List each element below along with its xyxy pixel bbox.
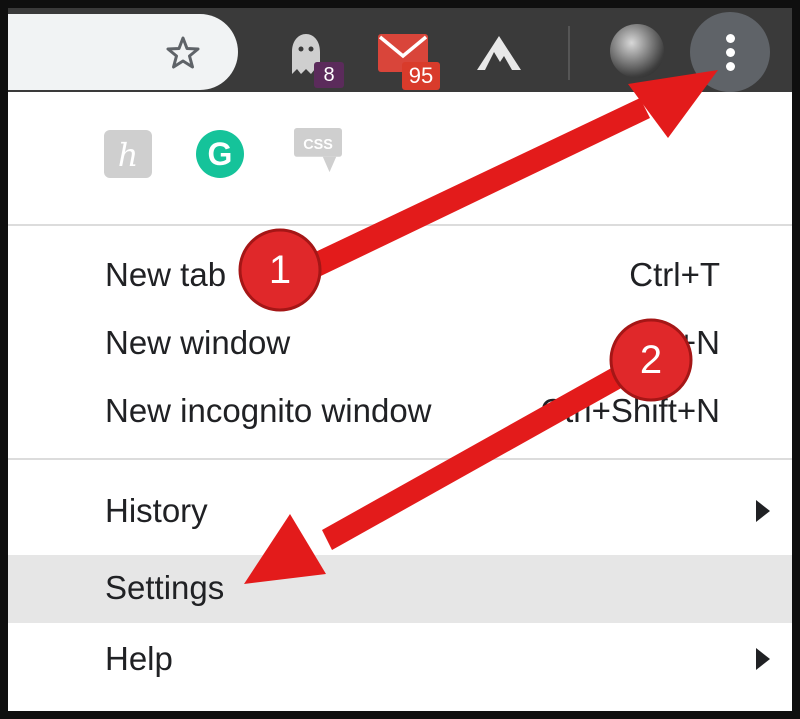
grammarly-icon[interactable]: G: [196, 130, 244, 178]
ghost-badge: 8: [314, 62, 344, 88]
step-1-number: 1: [268, 248, 292, 292]
menu-item-label: New window: [105, 324, 291, 361]
menu-item-new-incognito-window[interactable]: New incognito window Ctrl+Shift+N: [8, 378, 792, 446]
menu-separator: [8, 224, 792, 226]
menu-item-settings[interactable]: Settings: [8, 555, 792, 623]
ext-g-letter: G: [208, 136, 233, 172]
css-icon[interactable]: CSS: [294, 128, 342, 176]
mountain-icon[interactable]: [474, 30, 524, 74]
menu-item-help[interactable]: Help: [8, 626, 792, 694]
three-dot-menu-button[interactable]: [690, 12, 770, 92]
menu-item-history[interactable]: History: [8, 478, 792, 546]
menu-item-label: New incognito window: [105, 392, 432, 429]
three-dot-vertical-icon: [726, 34, 735, 43]
ext-h-letter: h: [118, 136, 139, 174]
menu-item-shortcut: Ctrl+T: [629, 256, 720, 293]
avatar[interactable]: [610, 24, 664, 78]
star-icon[interactable]: [166, 36, 200, 70]
ext-css-text: CSS: [303, 137, 333, 153]
chevron-right-icon: [756, 500, 770, 522]
menu-item-label: Help: [105, 640, 173, 677]
menu-item-label: New tab: [105, 256, 227, 293]
menu-dot: [726, 48, 735, 57]
menu-item-new-tab[interactable]: New tab Ctrl+T: [8, 242, 792, 310]
address-bar[interactable]: [8, 14, 238, 90]
menu-item-shortcut: Ctrl+Shift+N: [540, 392, 720, 429]
h-letter-icon[interactable]: h: [104, 130, 152, 178]
browser-toolbar: 8 95: [8, 8, 792, 92]
menu-separator: [8, 458, 792, 460]
menu-item-label: History: [105, 492, 208, 529]
step-2-number: 2: [639, 338, 663, 382]
chevron-right-icon: [756, 648, 770, 670]
toolbar-divider: [568, 26, 570, 80]
mail-badge: 95: [402, 62, 440, 90]
menu-dot: [726, 62, 735, 71]
menu-item-label: Settings: [105, 569, 225, 606]
